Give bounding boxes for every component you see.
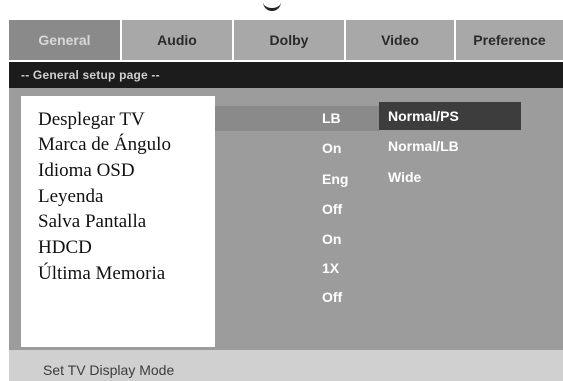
tab-dolby[interactable]: Dolby — [234, 20, 344, 60]
status-hint-text: Set TV Display Mode — [43, 362, 175, 378]
setting-label-angle-mark[interactable]: Marca de Ángulo — [38, 134, 171, 160]
setting-value-hdcd: 1X — [322, 260, 340, 276]
page-title-bar: -- General setup page -- — [9, 62, 563, 88]
tab-preference[interactable]: Preference — [456, 20, 563, 60]
setting-label-hdcd[interactable]: HDCD — [38, 237, 92, 263]
setting-label-tv-display[interactable]: Desplegar TV — [38, 109, 145, 135]
option-normal-ps[interactable]: Normal/PS — [388, 105, 459, 127]
option-normal-lb[interactable]: Normal/LB — [388, 135, 459, 157]
tab-general[interactable]: General — [9, 20, 120, 60]
setting-value-angle-mark: On — [322, 140, 342, 156]
settings-panel: Desplegar TV Marca de Ángulo Idioma OSD … — [9, 88, 563, 350]
cropped-text-fragment — [263, 0, 281, 11]
setting-label-osd-language[interactable]: Idioma OSD — [38, 160, 135, 186]
settings-labels-box: Desplegar TV Marca de Ángulo Idioma OSD … — [21, 96, 215, 347]
setting-label-last-memory[interactable]: Última Memoria — [38, 263, 165, 289]
option-wide[interactable]: Wide — [388, 166, 421, 188]
tab-video[interactable]: Video — [346, 20, 454, 60]
setting-value-tv-display: LB — [322, 110, 341, 126]
setting-value-subtitle: Off — [322, 201, 343, 217]
top-edge-strip — [0, 0, 563, 16]
setting-label-subtitle[interactable]: Leyenda — [38, 186, 103, 212]
tab-bar: General Audio Dolby Video Preference — [0, 16, 563, 62]
selected-row-highlight — [215, 106, 379, 131]
status-bar: Set TV Display Mode — [9, 350, 563, 381]
setting-value-screen-saver: On — [322, 231, 342, 247]
page-title: -- General setup page -- — [21, 68, 160, 82]
setting-label-screen-saver[interactable]: Salva Pantalla — [38, 211, 146, 237]
setting-value-last-memory: Off — [322, 289, 343, 305]
setting-value-osd-language: Eng — [322, 171, 349, 187]
tab-audio[interactable]: Audio — [122, 20, 232, 60]
